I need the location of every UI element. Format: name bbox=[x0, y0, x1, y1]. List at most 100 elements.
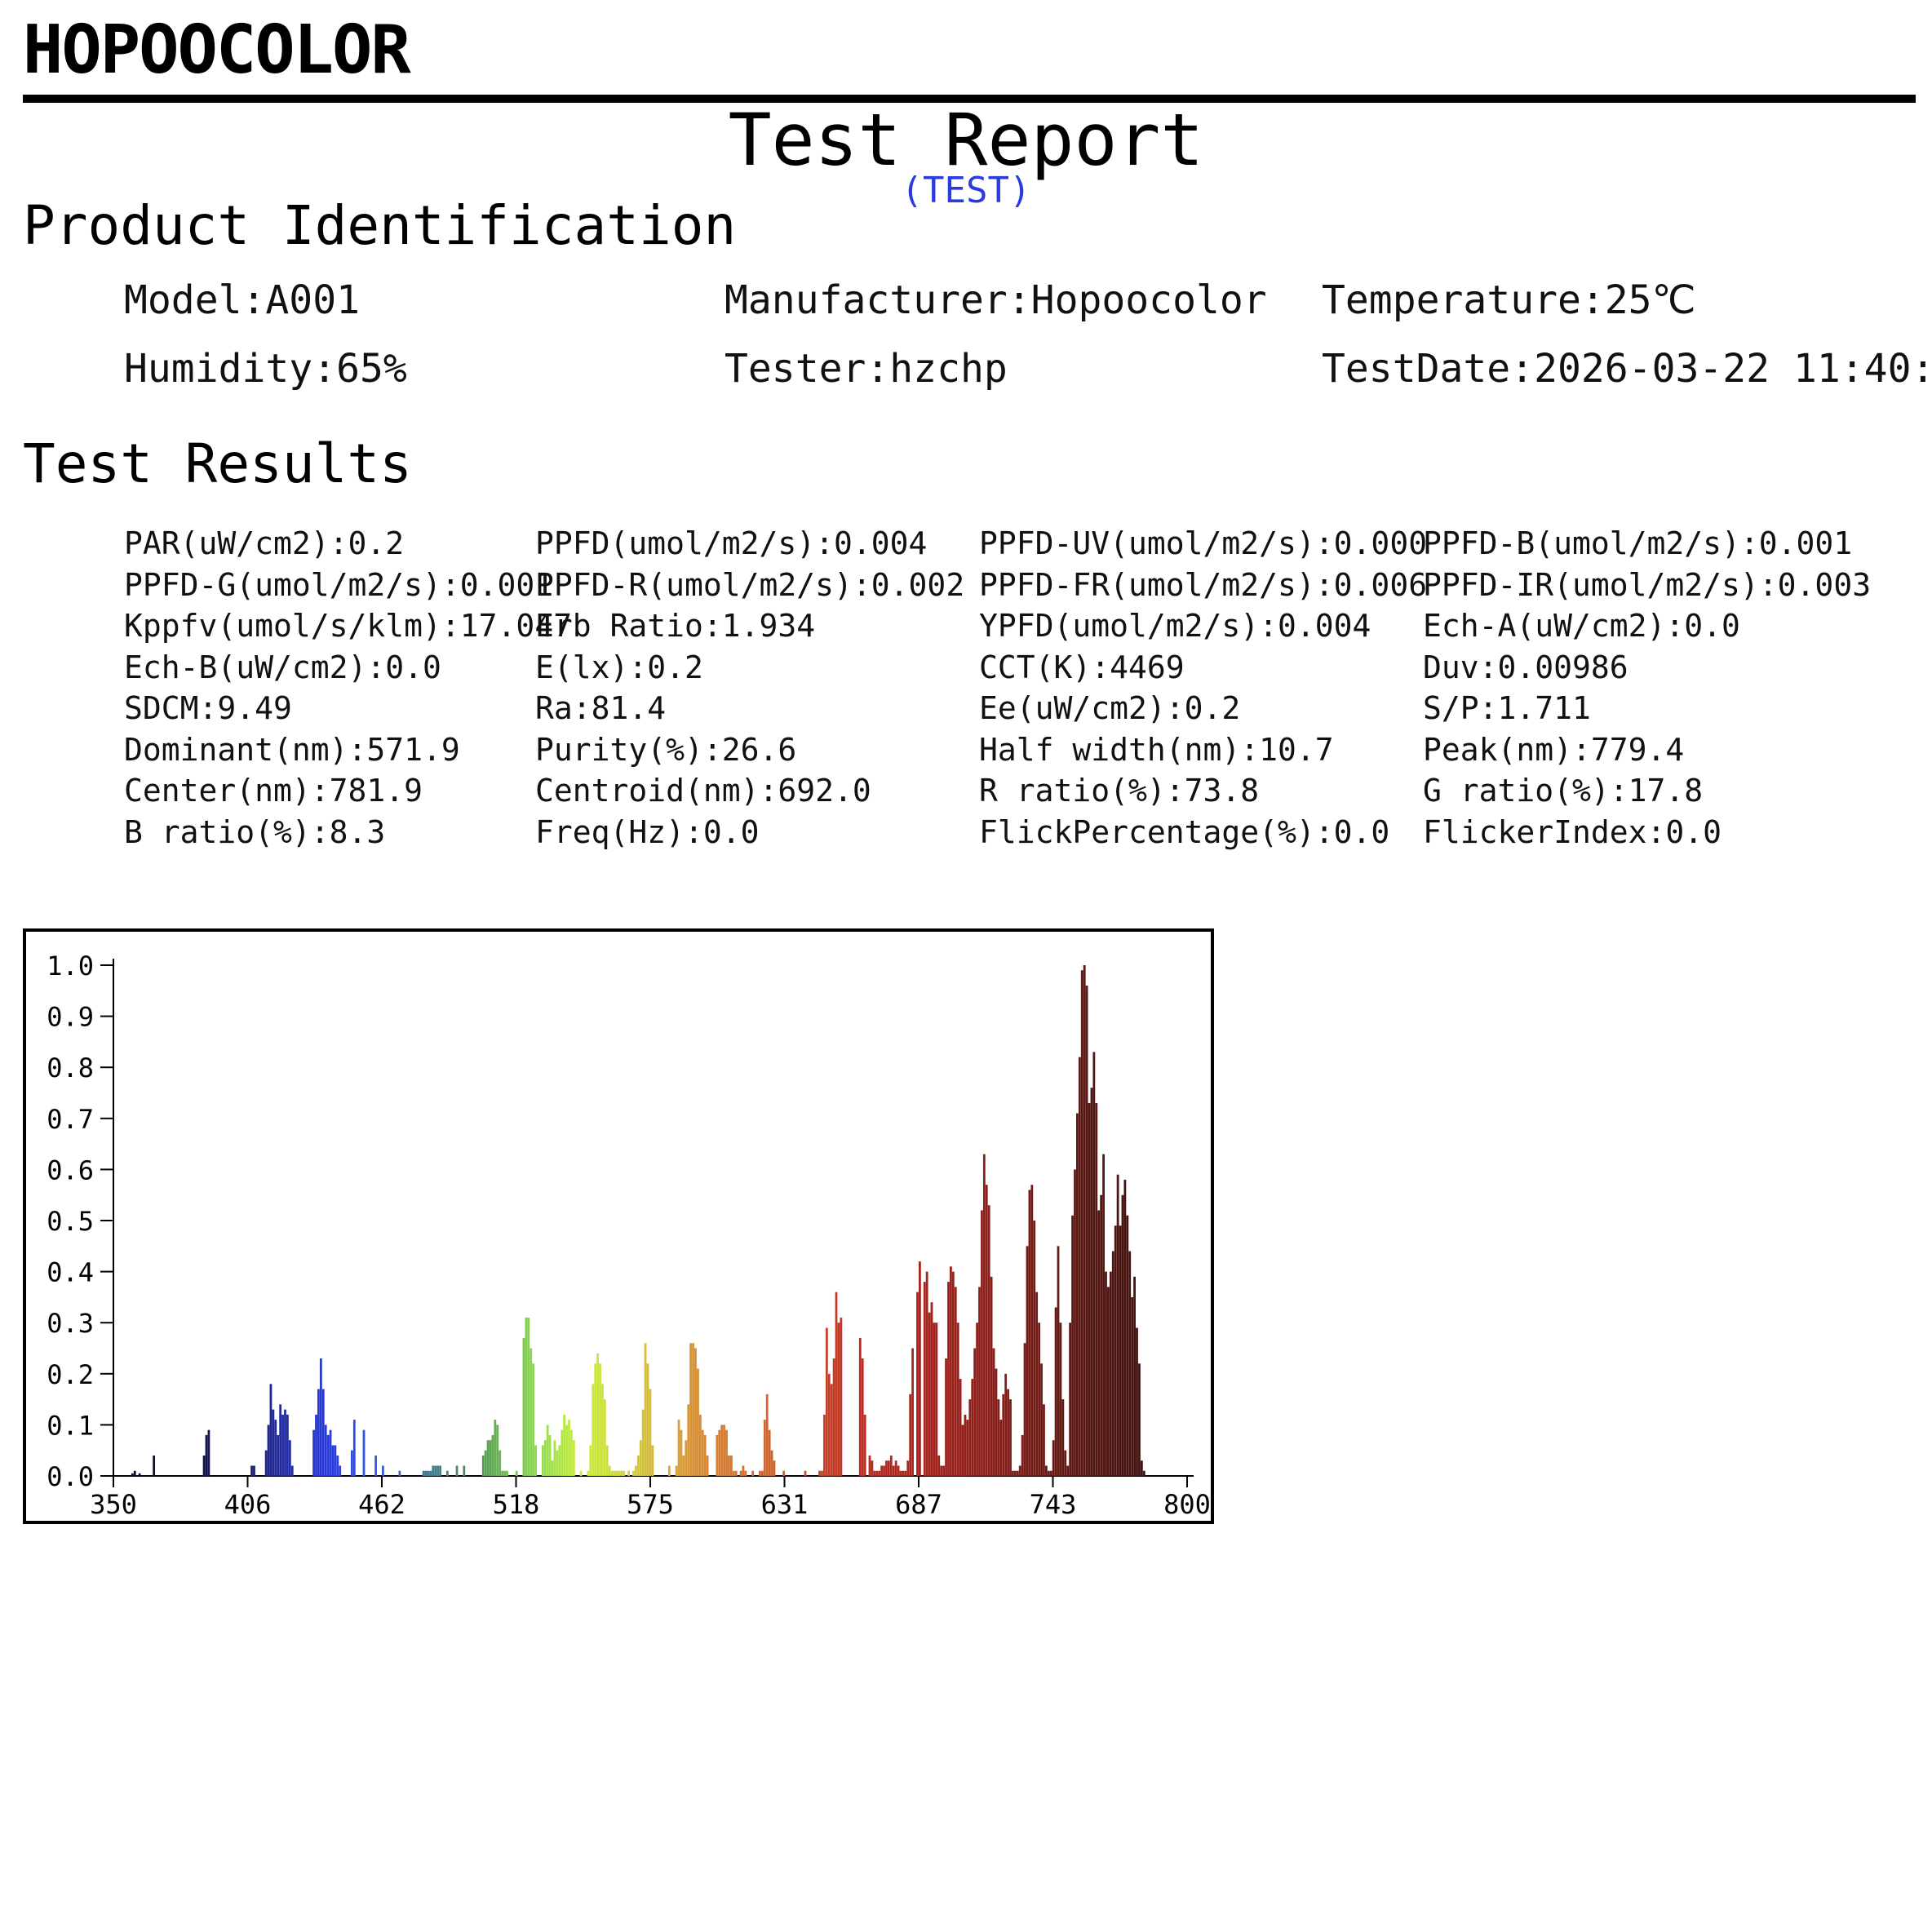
spectrum-bar bbox=[319, 1358, 322, 1476]
spectrum-bar bbox=[284, 1409, 286, 1476]
spectrum-bar bbox=[634, 1465, 637, 1476]
spectrum-bar bbox=[966, 1420, 969, 1476]
spectrum-bar bbox=[885, 1460, 888, 1476]
spectrum-bar bbox=[1045, 1465, 1048, 1476]
spectrum-bar bbox=[1092, 1052, 1096, 1476]
spectrum-bar bbox=[1111, 1251, 1114, 1476]
spectrum-bar bbox=[687, 1404, 690, 1476]
x-tick-label: 406 bbox=[224, 1489, 272, 1520]
spectrum-bar bbox=[312, 1429, 315, 1476]
spectrum-bar bbox=[732, 1470, 735, 1476]
spectrum-bar bbox=[923, 1282, 926, 1476]
spectrum-bar bbox=[489, 1440, 492, 1476]
spectrum-bar bbox=[873, 1470, 876, 1476]
spectrum-bar bbox=[534, 1445, 537, 1476]
spectrum-bar bbox=[930, 1302, 933, 1476]
spectrum-bar bbox=[434, 1465, 437, 1476]
spectrum-bar bbox=[1105, 1271, 1107, 1476]
spectrum-bar bbox=[680, 1429, 683, 1476]
spectrum-bar bbox=[138, 1473, 141, 1476]
spectrum-bar bbox=[506, 1470, 508, 1476]
spectrum-bar bbox=[928, 1312, 931, 1476]
spectrum-bar bbox=[1090, 1088, 1093, 1476]
spectrum-bar bbox=[1128, 1251, 1132, 1476]
spectrum-bar bbox=[455, 1465, 459, 1476]
spectrum-bar bbox=[832, 1358, 835, 1476]
spectrum-bar bbox=[558, 1445, 561, 1476]
spectrum-bar bbox=[352, 1420, 356, 1476]
spectrum-bar bbox=[267, 1425, 270, 1476]
spectrum-bar bbox=[1095, 1103, 1098, 1476]
spectrum-bar bbox=[692, 1343, 694, 1476]
spectrum-bar bbox=[131, 1473, 134, 1476]
spectrum-bar bbox=[277, 1434, 280, 1476]
spectrum-bar bbox=[1021, 1434, 1024, 1476]
x-tick-label: 800 bbox=[1163, 1489, 1211, 1520]
product-field: Temperature:25℃ bbox=[1322, 277, 1696, 323]
spectrum-bar bbox=[995, 1368, 998, 1476]
spectrum-bar bbox=[1066, 1465, 1070, 1476]
spectrum-bar bbox=[1102, 1154, 1105, 1476]
result-field: Ech-A(uW/cm2):0.0 bbox=[1423, 608, 1740, 644]
spectrum-bar bbox=[463, 1465, 466, 1476]
spectrum-bar bbox=[961, 1425, 964, 1476]
result-field: Dominant(nm):571.9 bbox=[124, 731, 460, 768]
spectrum-bar bbox=[503, 1470, 506, 1476]
result-field: PPFD(umol/m2/s):0.004 bbox=[535, 525, 928, 561]
spectrum-bar bbox=[339, 1465, 342, 1476]
x-tick-label: 743 bbox=[1030, 1489, 1077, 1520]
spectrum-bar bbox=[424, 1470, 428, 1476]
x-tick-label: 631 bbox=[761, 1489, 809, 1520]
spectrum-bar bbox=[763, 1420, 766, 1476]
x-tick-label: 518 bbox=[493, 1489, 540, 1520]
spectrum-bar bbox=[445, 1470, 449, 1476]
spectrum-bar bbox=[782, 1470, 786, 1476]
result-field: PPFD-UV(umol/m2/s):0.000 bbox=[979, 525, 1428, 561]
result-field: Erb Ratio:1.934 bbox=[535, 608, 816, 644]
y-tick-label: 0.9 bbox=[47, 1002, 94, 1033]
result-field: Kppfv(umol/s/klm):17.047 bbox=[124, 608, 573, 644]
spectrum-bar bbox=[532, 1363, 535, 1476]
spectrum-bar bbox=[871, 1460, 874, 1476]
spectrum-bar bbox=[892, 1465, 895, 1476]
spectrum-bar bbox=[875, 1470, 879, 1476]
y-tick-label: 0.8 bbox=[47, 1052, 94, 1083]
spectrum-bar bbox=[601, 1384, 604, 1476]
spectrum-bar bbox=[274, 1420, 277, 1476]
spectrum-bar bbox=[1013, 1470, 1017, 1476]
spectrum-bar bbox=[1040, 1363, 1043, 1476]
product-identification-heading: Product Identification bbox=[23, 194, 737, 257]
spectrum-bar bbox=[556, 1450, 559, 1476]
spectrum-bar bbox=[823, 1414, 826, 1476]
spectrum-bar bbox=[548, 1434, 552, 1476]
spectrum-bar bbox=[728, 1455, 730, 1476]
spectrum-bar bbox=[522, 1337, 525, 1476]
result-field: PPFD-IR(umol/m2/s):0.003 bbox=[1423, 566, 1872, 603]
spectrum-bar bbox=[587, 1470, 590, 1476]
spectrum-bar bbox=[906, 1460, 910, 1476]
result-field: R ratio(%):73.8 bbox=[979, 773, 1260, 809]
result-field: PPFD-FR(umol/m2/s):0.006 bbox=[979, 566, 1428, 603]
spectrum-bar bbox=[677, 1420, 680, 1476]
spectrum-bar bbox=[916, 1292, 919, 1476]
spectrum-bar bbox=[964, 1414, 967, 1476]
spectrum-bar bbox=[1114, 1225, 1117, 1476]
spectrum-bar bbox=[429, 1470, 432, 1476]
result-field: Ee(uW/cm2):0.2 bbox=[979, 690, 1241, 726]
spectrum-bar bbox=[1052, 1440, 1055, 1476]
spectrum-bar bbox=[940, 1465, 943, 1476]
spectrum-bar bbox=[290, 1465, 294, 1476]
spectrum-bar bbox=[436, 1465, 440, 1476]
spectrum-bar bbox=[959, 1379, 962, 1476]
spectrum-bar bbox=[1074, 1169, 1076, 1476]
spectrum-bar bbox=[1030, 1185, 1034, 1476]
spectrum-bar bbox=[723, 1425, 725, 1476]
spectrum-bar bbox=[1033, 1221, 1036, 1476]
spectrum-bar bbox=[494, 1420, 497, 1476]
spectrum-bar bbox=[734, 1470, 738, 1476]
spectrum-bar bbox=[1023, 1343, 1026, 1476]
spectrum-bar bbox=[133, 1470, 136, 1476]
spectrum-bar bbox=[250, 1465, 253, 1476]
spectrum-bar bbox=[1131, 1296, 1134, 1476]
spectrum-bar bbox=[1007, 1389, 1009, 1476]
